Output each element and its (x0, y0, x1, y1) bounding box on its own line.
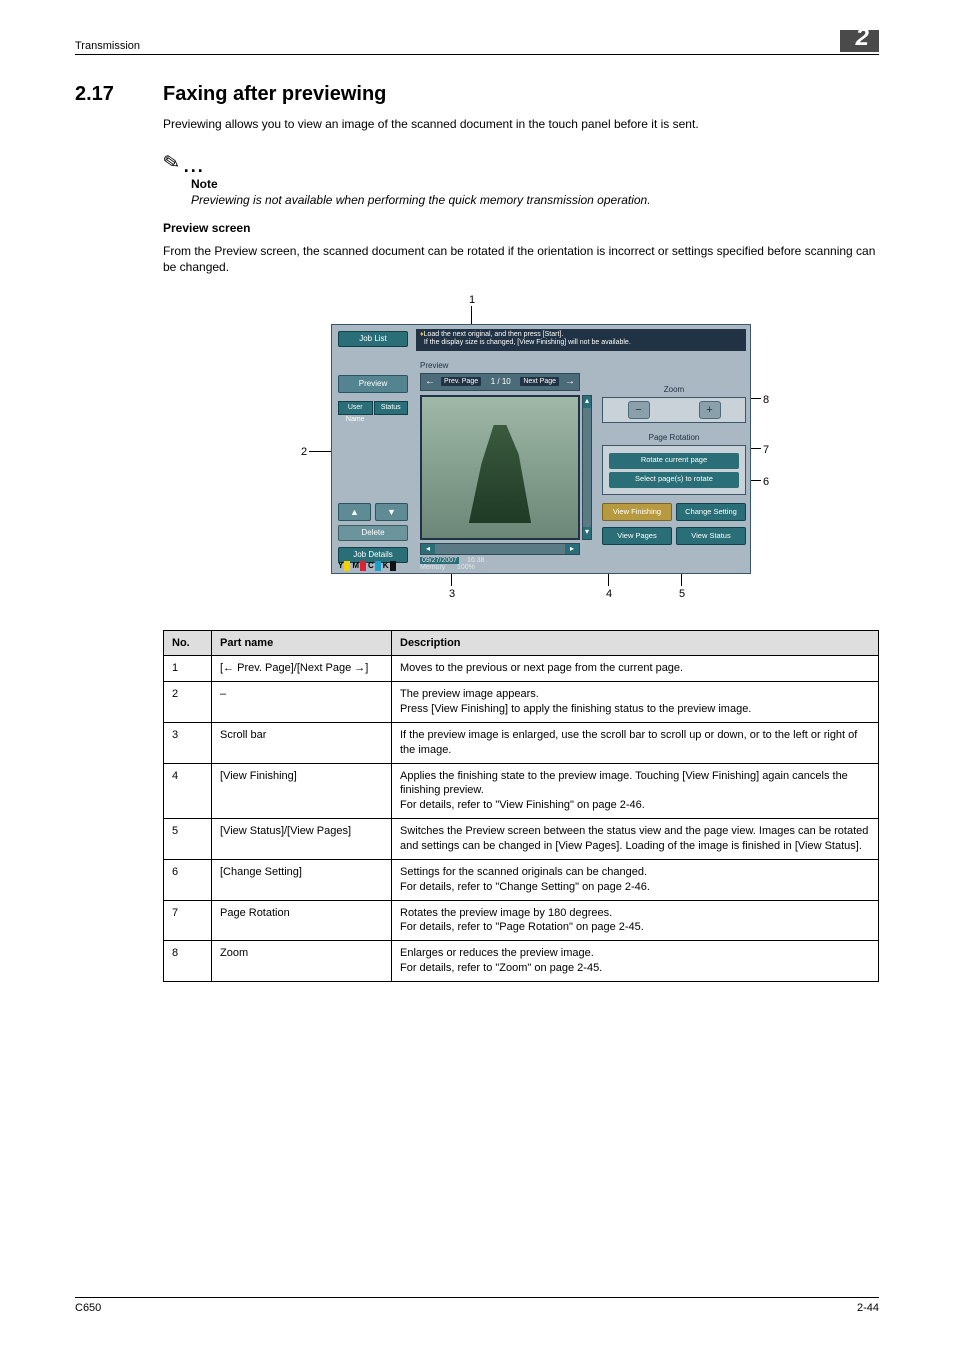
cell-partname: Scroll bar (212, 722, 392, 763)
note-icon: ✎ (161, 149, 182, 177)
callout-2: 2 (301, 446, 307, 458)
panel-footer: 09/27/2007 16:38 Memory 100% (420, 557, 485, 571)
message-bar: ♦Load the next original, and then press … (416, 329, 746, 351)
note-text: Previewing is not available when perform… (191, 193, 879, 207)
cell-no: 6 (164, 859, 212, 900)
toner-indicators: Y M C K (338, 561, 396, 571)
table-row: 6[Change Setting]Settings for the scanne… (164, 859, 879, 900)
rotate-current-button[interactable]: Rotate current page (609, 453, 739, 469)
cell-description: The preview image appears.Press [View Fi… (392, 682, 879, 723)
page-navigation: ← Prev. Page 1 / 10 Next Page → (420, 373, 580, 391)
cell-description: Settings for the scanned originals can b… (392, 859, 879, 900)
callout-7: 7 (763, 444, 769, 456)
view-pages-button[interactable]: View Pages (602, 527, 672, 545)
preview-label: Preview (420, 361, 448, 370)
table-row: 3Scroll barIf the preview image is enlar… (164, 722, 879, 763)
preview-heading: Preview screen (163, 221, 879, 235)
cell-no: 2 (164, 682, 212, 723)
cell-description: If the preview image is enlarged, use th… (392, 722, 879, 763)
preview-paragraph: From the Preview screen, the scanned doc… (163, 243, 879, 275)
header-section: Transmission (75, 40, 140, 52)
note-label: Note (191, 177, 879, 191)
username-tab[interactable]: User Name (338, 401, 373, 415)
cell-no: 1 (164, 656, 212, 682)
cell-description: Enlarges or reduces the preview image.Fo… (392, 941, 879, 982)
cell-partname: Page Rotation (212, 900, 392, 941)
select-pages-rotate-button[interactable]: Select page(s) to rotate (609, 472, 739, 488)
th-description: Description (392, 630, 879, 656)
status-tab[interactable]: Status (374, 401, 409, 415)
horizontal-scrollbar[interactable]: ◂▸ (420, 543, 580, 555)
page-up-button[interactable]: ▲ (338, 503, 371, 521)
zoom-controls: − + (602, 397, 746, 423)
cell-partname: [View Status]/[View Pages] (212, 819, 392, 860)
callout-1: 1 (469, 294, 475, 306)
next-page-button[interactable]: Next Page (520, 377, 559, 386)
footer-model: C650 (75, 1302, 101, 1314)
callout-6: 6 (763, 476, 769, 488)
cell-description: Switches the Preview screen between the … (392, 819, 879, 860)
cell-no: 7 (164, 900, 212, 941)
cell-no: 3 (164, 722, 212, 763)
page-counter: 1 / 10 (483, 377, 518, 386)
zoom-in-button[interactable]: + (699, 401, 721, 419)
table-row: 8ZoomEnlarges or reduces the preview ima… (164, 941, 879, 982)
view-finishing-button[interactable]: View Finishing (602, 503, 672, 521)
cell-partname: – (212, 682, 392, 723)
cell-partname: [View Finishing] (212, 763, 392, 819)
note-dots: ... (184, 156, 205, 177)
zoom-label: Zoom (602, 385, 746, 394)
next-arrow-icon[interactable]: → (561, 376, 579, 387)
page-down-button[interactable]: ▼ (375, 503, 408, 521)
cell-description: Applies the finishing state to the previ… (392, 763, 879, 819)
touch-panel: Job List ♦Load the next original, and th… (331, 324, 751, 574)
prev-page-button[interactable]: Prev. Page (441, 377, 481, 386)
prev-arrow-icon[interactable]: ← (421, 376, 439, 387)
cell-description: Moves to the previous or next page from … (392, 656, 879, 682)
section-title: Faxing after previewing (163, 83, 386, 106)
preview-diagram: 1 2 3 4 5 6 7 8 Job List ♦Load the next … (271, 294, 771, 600)
table-row: 7Page RotationRotates the preview image … (164, 900, 879, 941)
callout-5: 5 (679, 588, 685, 600)
table-row: 2–The preview image appears.Press [View … (164, 682, 879, 723)
preview-tab[interactable]: Preview (338, 375, 408, 393)
section-number: 2.17 (75, 83, 135, 106)
delete-button[interactable]: Delete (338, 525, 408, 541)
th-no: No. (164, 630, 212, 656)
intro-paragraph: Previewing allows you to view an image o… (163, 116, 879, 132)
cell-no: 8 (164, 941, 212, 982)
vertical-scrollbar[interactable]: ▴▾ (582, 395, 592, 540)
table-row: 4[View Finishing]Applies the finishing s… (164, 763, 879, 819)
callout-8: 8 (763, 394, 769, 406)
parts-table: No. Part name Description 1[← Prev. Page… (163, 630, 879, 982)
table-row: 1[← Prev. Page]/[Next Page →]Moves to th… (164, 656, 879, 682)
cell-description: Rotates the preview image by 180 degrees… (392, 900, 879, 941)
job-list-button[interactable]: Job List (338, 331, 408, 347)
table-row: 5[View Status]/[View Pages]Switches the … (164, 819, 879, 860)
rotation-label: Page Rotation (602, 433, 746, 442)
chapter-badge: 2 (840, 30, 879, 52)
view-status-button[interactable]: View Status (676, 527, 746, 545)
cell-partname: Zoom (212, 941, 392, 982)
callout-4: 4 (606, 588, 612, 600)
change-setting-button[interactable]: Change Setting (676, 503, 746, 521)
cell-no: 5 (164, 819, 212, 860)
preview-image (420, 395, 580, 540)
cell-no: 4 (164, 763, 212, 819)
note-block: ✎ ... Note Previewing is not available w… (163, 150, 879, 207)
zoom-out-button[interactable]: − (628, 401, 650, 419)
cell-partname: [Change Setting] (212, 859, 392, 900)
th-partname: Part name (212, 630, 392, 656)
cell-partname: [← Prev. Page]/[Next Page →] (212, 656, 392, 682)
footer-page: 2-44 (857, 1302, 879, 1314)
callout-3: 3 (449, 588, 455, 600)
